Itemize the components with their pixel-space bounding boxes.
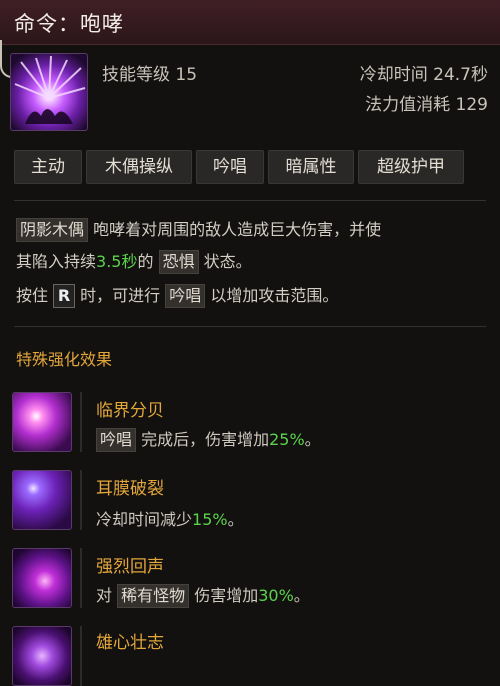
perk-critical-decibel-icon <box>12 392 72 452</box>
perk-text: 。 <box>304 430 321 449</box>
perk-name: 雄心壮志 <box>96 633 164 653</box>
perk-text: 对 <box>96 586 118 605</box>
description-text: 的 <box>137 252 159 271</box>
perk-desc: 吟唱 完成后，伤害增加25%。 <box>96 426 321 452</box>
perk-strong-echo-icon <box>12 548 72 608</box>
perk-text: 冷却时间减少 <box>96 510 193 529</box>
keyword-fear: 恐惧 <box>158 250 199 274</box>
special-effects-title: 特殊强化效果 <box>16 350 113 369</box>
perk-separator <box>80 548 82 608</box>
description-line-2: 其陷入持续3.5秒的 恐惧 状态。 <box>16 246 252 278</box>
perk-name: 强烈回声 <box>96 557 164 577</box>
tag-active: 主动 <box>14 150 82 184</box>
description-line-1: 阴影木偶 咆哮着对周围的敌人造成巨大伤害，并使 <box>16 214 381 246</box>
perk-separator <box>80 470 82 530</box>
perk-name: 耳膜破裂 <box>96 479 164 499</box>
description-text: 按住 <box>16 286 54 305</box>
description-text: 咆哮着对周围的敌人造成巨大伤害，并使 <box>88 220 382 239</box>
perk-separator <box>80 626 82 686</box>
perk-text: 。 <box>227 510 244 529</box>
perk-text: 伤害增加 <box>189 586 259 605</box>
skill-icon <box>10 53 88 131</box>
perk-eardrum-rupture-icon <box>12 470 72 530</box>
perk-ambition-icon <box>12 626 72 686</box>
mana-cost-text: 法力值消耗 129 <box>365 95 488 115</box>
skill-level: 技能等级 15 <box>102 65 198 85</box>
perk-value: 30% <box>258 586 294 605</box>
tag-dark: 暗属性 <box>268 150 354 184</box>
perk-separator <box>80 392 82 452</box>
keyword-rare-monster: 稀有怪物 <box>117 584 190 608</box>
description-text: 以增加攻击范围。 <box>205 286 339 305</box>
tag-puppet: 木偶操纵 <box>86 150 192 184</box>
perk-text: 完成后，伤害增加 <box>136 430 270 449</box>
perk-value: 25% <box>269 430 305 449</box>
duration-value: 3.5秒 <box>96 252 138 271</box>
perk-text: 。 <box>293 586 310 605</box>
description-text: 其陷入持续 <box>16 252 97 271</box>
perk-desc: 冷却时间减少15%。 <box>96 506 244 530</box>
tag-chant: 吟唱 <box>196 150 264 184</box>
title-bar: 命令：咆哮 <box>0 0 500 45</box>
keyword-shadow-puppet: 阴影木偶 <box>16 218 89 242</box>
perk-name: 临界分贝 <box>96 401 164 421</box>
divider <box>14 326 486 327</box>
divider <box>14 200 486 201</box>
description-line-3: 按住 R 时，可进行 吟唱 以增加攻击范围。 <box>16 280 338 312</box>
description-text: 状态。 <box>198 252 252 271</box>
perk-value: 15% <box>192 510 228 529</box>
keyword-chant: 吟唱 <box>165 284 206 308</box>
keyword-chant: 吟唱 <box>96 428 137 452</box>
key-hint-r: R <box>53 284 76 308</box>
skill-burst-icon <box>14 55 86 124</box>
cooldown-text: 冷却时间 24.7秒 <box>359 65 488 85</box>
skill-title: 命令：咆哮 <box>14 12 124 36</box>
tag-super-armor: 超级护甲 <box>358 150 464 184</box>
perk-desc: 对 稀有怪物 伤害增加30%。 <box>96 582 310 608</box>
description-text: 时，可进行 <box>75 286 166 305</box>
